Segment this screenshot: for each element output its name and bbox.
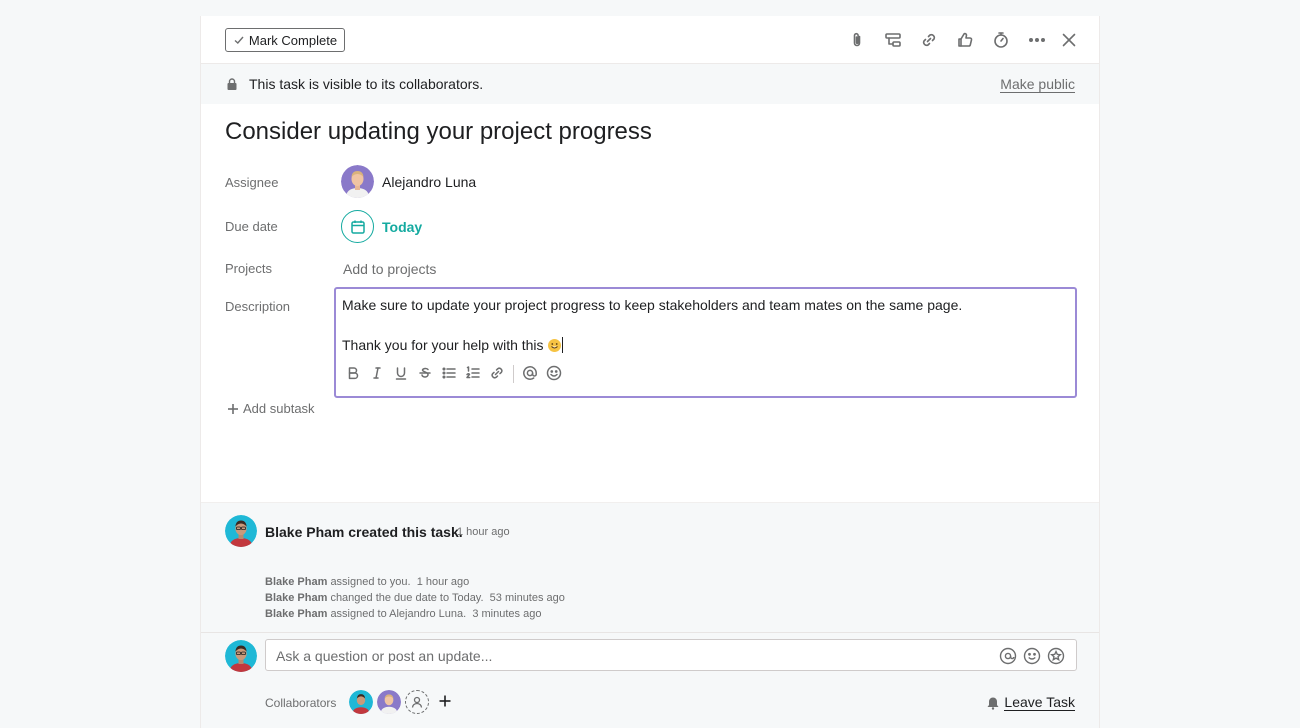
story-time: 1 hour ago [416, 576, 470, 588]
plus-icon [228, 403, 238, 414]
description-line: Make sure to update your project progres… [342, 297, 963, 313]
mention-icon[interactable] [999, 647, 1017, 665]
due-date-button[interactable] [341, 210, 374, 243]
description-label: Description [225, 299, 291, 314]
more-options-icon[interactable] [1025, 28, 1049, 52]
story-actor[interactable]: Blake Pham [265, 592, 327, 604]
subtasks-icon[interactable] [881, 28, 905, 52]
story-action: assigned to you. [330, 576, 411, 588]
task-title[interactable]: Consider updating your project progress [225, 118, 652, 146]
due-date-value[interactable]: Today [382, 219, 422, 235]
star-icon[interactable] [1047, 647, 1065, 665]
bulleted-list-icon[interactable] [439, 363, 459, 383]
assignee-name[interactable]: Alejandro Luna [382, 174, 476, 190]
mark-complete-label: Mark Complete [248, 32, 338, 48]
numbered-list-icon[interactable] [463, 363, 483, 383]
leave-task-button[interactable]: Leave Task [986, 694, 1075, 711]
privacy-banner: This task is visible to its collaborator… [201, 64, 1099, 104]
bell-icon [987, 697, 999, 710]
bold-icon[interactable] [343, 363, 363, 383]
comment-box[interactable] [265, 639, 1077, 671]
emoji-icon[interactable] [544, 363, 564, 383]
mention-icon[interactable] [520, 363, 540, 383]
attachment-icon[interactable] [845, 28, 869, 52]
due-date-label: Due date [225, 219, 278, 234]
plus-icon [439, 695, 451, 707]
add-collaborator-button[interactable] [437, 693, 453, 709]
story-action: assigned to Alejandro Luna. [330, 608, 467, 620]
description-line-text: Thank you for your help with this [342, 337, 544, 353]
activity-feed: Blake Pham created this task. 1 hour ago… [201, 502, 1099, 632]
collaborators-label: Collaborators [265, 696, 337, 710]
description-line: Thank you for your help with this [342, 337, 563, 353]
like-icon[interactable] [953, 28, 977, 52]
mark-complete-button[interactable]: Mark Complete [225, 28, 345, 52]
projects-label: Projects [225, 261, 272, 276]
add-subtask-label: Add subtask [243, 401, 315, 416]
privacy-text: This task is visible to its collaborator… [249, 76, 484, 92]
link-icon[interactable] [917, 28, 941, 52]
activity-timestamp: 1 hour ago [457, 526, 510, 538]
add-collaborator-avatar[interactable] [405, 690, 429, 714]
comment-composer: Collaborators Leave Task [201, 632, 1099, 728]
assignee-label: Assignee [225, 175, 279, 190]
activity-story: Blake Pham changed the due date to Today… [265, 592, 565, 604]
text-caret [561, 337, 563, 353]
collaborator-avatar[interactable] [377, 690, 401, 714]
check-icon [234, 36, 244, 44]
description-editor[interactable]: Make sure to update your project progres… [334, 287, 1077, 398]
timer-icon[interactable] [989, 28, 1013, 52]
story-actor[interactable]: Blake Pham [265, 608, 327, 620]
leave-task-label: Leave Task [1004, 694, 1075, 711]
close-icon[interactable] [1057, 28, 1081, 52]
grinning-emoji-icon [547, 339, 561, 352]
avatar[interactable] [225, 515, 257, 547]
strikethrough-icon[interactable] [415, 363, 435, 383]
story-action: changed the due date to Today. [330, 592, 484, 604]
toolbar-divider [513, 365, 514, 383]
activity-story: Blake Pham assigned to you. 1 hour ago [265, 576, 469, 588]
lock-icon [227, 78, 237, 90]
italic-icon[interactable] [367, 363, 387, 383]
underline-icon[interactable] [391, 363, 411, 383]
insert-link-icon[interactable] [487, 363, 507, 383]
calendar-icon [350, 220, 365, 234]
make-public-link[interactable]: Make public [1000, 76, 1075, 93]
collaborator-avatar[interactable] [349, 690, 373, 714]
task-detail-pane: Mark Complete This task is visible to it… [200, 16, 1100, 728]
assignee-avatar[interactable] [341, 165, 374, 198]
add-to-projects-button[interactable]: Add to projects [343, 261, 436, 277]
activity-story: Blake Pham assigned to Alejandro Luna. 3… [265, 608, 541, 620]
comment-input[interactable] [274, 646, 978, 666]
story-time: 53 minutes ago [489, 592, 565, 604]
story-actor[interactable]: Blake Pham [265, 576, 327, 588]
task-toolbar: Mark Complete [201, 16, 1099, 64]
add-subtask-button[interactable]: Add subtask [227, 401, 315, 416]
avatar [225, 640, 257, 672]
person-icon [411, 696, 423, 708]
activity-creator-line: Blake Pham created this task. [265, 524, 463, 540]
emoji-icon[interactable] [1023, 647, 1041, 665]
story-time: 3 minutes ago [472, 608, 542, 620]
